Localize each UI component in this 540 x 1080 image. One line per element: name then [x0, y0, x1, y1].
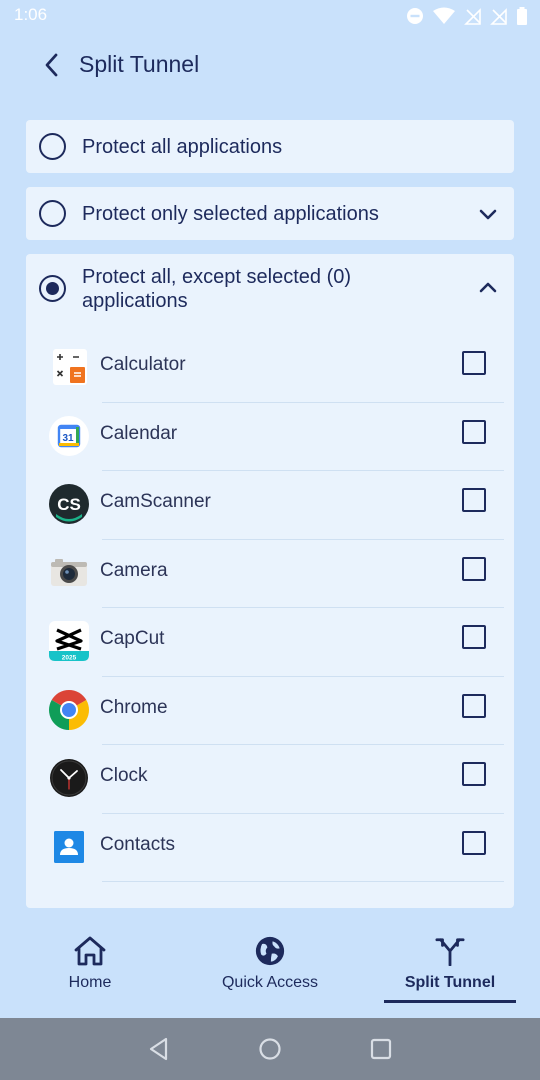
- battery-icon: [517, 7, 527, 25]
- app-name: Calendar: [100, 422, 178, 444]
- list-item-capcut[interactable]: 2025 CapCut: [26, 608, 514, 677]
- option-label[interactable]: Protect all, except selected (0) applica…: [82, 265, 422, 313]
- app-name: Contacts: [100, 833, 175, 855]
- contacts-icon: [54, 830, 84, 863]
- camera-icon: [51, 558, 87, 586]
- back-triangle-icon[interactable]: [146, 1036, 172, 1062]
- header: Split Tunnel: [0, 40, 540, 90]
- signal-icon: [490, 8, 507, 25]
- status-bar: 1:06: [0, 0, 540, 32]
- list-item-camera[interactable]: Camera: [26, 540, 514, 609]
- app-checkbox[interactable]: [462, 830, 486, 855]
- list-item-chrome[interactable]: Chrome: [26, 677, 514, 746]
- dnd-icon: [407, 8, 423, 24]
- app-checkbox[interactable]: [462, 419, 486, 444]
- chevron-left-icon: [45, 53, 58, 77]
- nav-label: Quick Access: [221, 974, 319, 991]
- app-checkbox[interactable]: [462, 762, 486, 786]
- nav-label: Home: [68, 974, 112, 991]
- option-protect-all[interactable]: Protect all applications: [26, 120, 514, 173]
- split-arrows-icon: [435, 938, 465, 966]
- radio-button-selected[interactable]: [39, 275, 66, 302]
- option-protect-selected[interactable]: Protect only selected applications: [26, 187, 514, 240]
- recents-square-icon[interactable]: [368, 1036, 394, 1062]
- app-name: Chrome: [100, 696, 168, 718]
- list-item-contacts[interactable]: Contacts: [26, 814, 514, 883]
- calculator-icon: [53, 349, 87, 385]
- list-item-camscanner[interactable]: CS CamScanner: [26, 471, 514, 540]
- app-checkbox[interactable]: [462, 625, 486, 649]
- nav-quick-access[interactable]: Quick Access: [180, 932, 360, 1012]
- capcut-icon: 2025: [49, 621, 89, 661]
- radio-button[interactable]: [39, 200, 66, 227]
- app-name: CapCut: [100, 628, 165, 649]
- app-name: Clock: [100, 765, 148, 786]
- app-name: Camera: [100, 559, 168, 581]
- clock-icon: [50, 759, 88, 797]
- option-label: Protect all applications: [82, 136, 283, 158]
- app-checkbox[interactable]: [462, 351, 486, 375]
- back-button[interactable]: [34, 47, 70, 83]
- list-item-clock[interactable]: Clock: [26, 745, 514, 814]
- app-checkbox[interactable]: [462, 488, 486, 512]
- calendar-icon: 31: [49, 415, 89, 456]
- chevron-up-icon[interactable]: [476, 276, 500, 300]
- signal-icon: [464, 8, 481, 25]
- status-icons: [406, 6, 528, 26]
- globe-icon: [255, 936, 285, 966]
- list-item-calendar[interactable]: 31 Calendar: [26, 403, 514, 472]
- home-circle-icon[interactable]: [257, 1036, 283, 1062]
- active-tab-indicator: [384, 1000, 516, 1003]
- chrome-icon: [49, 689, 89, 730]
- app-checkbox[interactable]: [462, 693, 486, 718]
- app-list: Calculator 31 Calendar CS CamScanner Cam…: [26, 334, 514, 882]
- wifi-icon: [433, 7, 455, 24]
- status-time: 1:06: [14, 5, 48, 24]
- app-checkbox[interactable]: [462, 556, 486, 581]
- capcut-year: 2025: [62, 655, 77, 662]
- radio-button[interactable]: [39, 133, 66, 160]
- calendar-day: 31: [62, 433, 74, 444]
- nav-label: Split Tunnel: [404, 974, 496, 991]
- app-name: Calculator: [100, 354, 186, 375]
- option-protect-except-selected: Protect all, except selected (0) applica…: [26, 254, 514, 908]
- camscanner-icon: CS: [49, 484, 89, 524]
- app-name: CamScanner: [100, 491, 211, 512]
- option-label: Protect only selected applications: [82, 203, 379, 225]
- home-icon: [74, 936, 106, 966]
- nav-home[interactable]: Home: [0, 932, 180, 1012]
- chevron-down-icon[interactable]: [476, 202, 500, 226]
- page-title: Split Tunnel: [79, 51, 200, 77]
- bottom-nav: Home Quick Access Split Tunnel: [0, 920, 540, 1018]
- list-item-calculator[interactable]: Calculator: [26, 334, 514, 403]
- camscanner-letters: CS: [57, 495, 81, 514]
- system-nav-bar: [0, 1018, 540, 1080]
